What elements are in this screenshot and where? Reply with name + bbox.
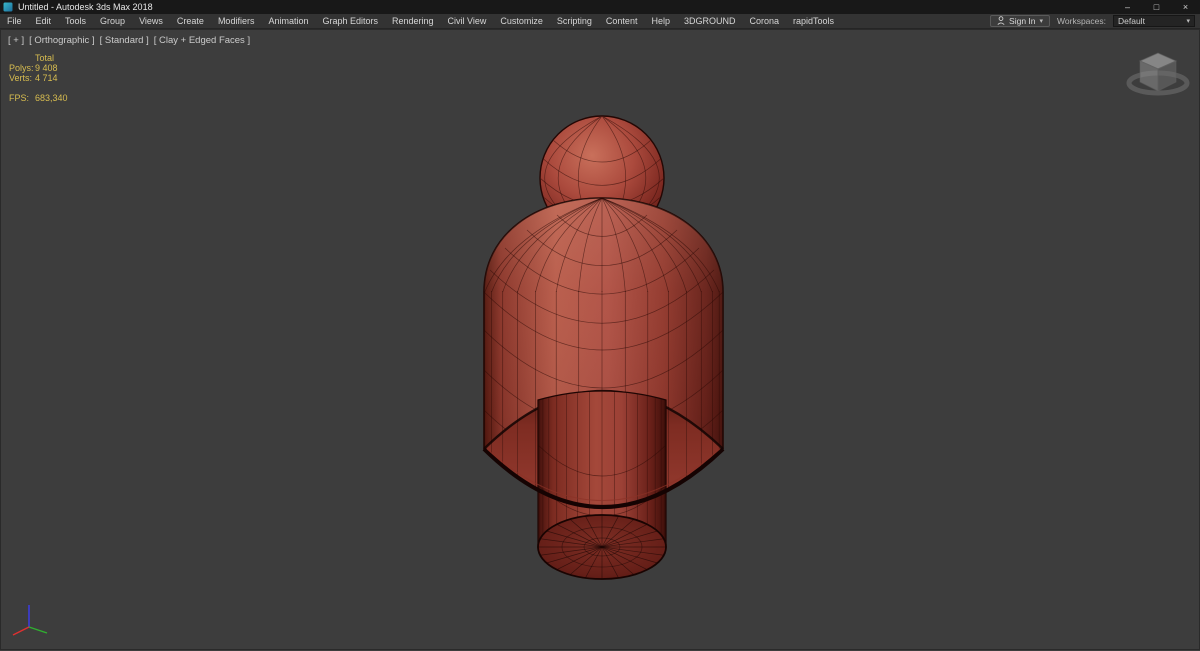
title-bar[interactable]: Untitled - Autodesk 3ds Max 2018 – □ × <box>0 0 1200 14</box>
stats-polys-label: Polys: <box>9 63 34 73</box>
viewport[interactable]: [ + ] [ Orthographic ] [ Standard ] [ Cl… <box>0 29 1200 650</box>
minimize-button[interactable]: – <box>1113 0 1142 14</box>
app-icon <box>3 2 13 12</box>
window-title: Untitled - Autodesk 3ds Max 2018 <box>18 2 153 12</box>
menu-bar: File Edit Tools Group Views Create Modif… <box>0 14 1200 29</box>
menu-group[interactable]: Group <box>93 14 132 28</box>
sign-in-label: Sign In <box>1009 16 1036 26</box>
menu-content[interactable]: Content <box>599 14 645 28</box>
sign-in-button[interactable]: Sign In ▾ <box>990 15 1051 27</box>
menu-animation[interactable]: Animation <box>261 14 315 28</box>
menu-customize[interactable]: Customize <box>493 14 550 28</box>
menu-rapidtools[interactable]: rapidTools <box>786 14 841 28</box>
close-button[interactable]: × <box>1171 0 1200 14</box>
menu-3dground[interactable]: 3DGROUND <box>677 14 743 28</box>
menu-tools[interactable]: Tools <box>58 14 93 28</box>
workspace-value: Default <box>1118 16 1145 26</box>
stats-verts-label: Verts: <box>9 73 33 83</box>
viewport-render-preset-menu[interactable]: [ Standard ] <box>100 35 149 46</box>
menu-modifiers[interactable]: Modifiers <box>211 14 262 28</box>
window-controls: – □ × <box>1113 0 1200 14</box>
menubar-right-section: Sign In ▾ Workspaces: Default ▾ <box>990 15 1200 27</box>
viewport-statistics: Total Polys:9 408 Verts: 4 714 FPS: 683,34… <box>9 53 68 103</box>
x-axis <box>12 626 30 636</box>
world-axis-tripod <box>9 599 65 644</box>
menu-rendering[interactable]: Rendering <box>385 14 441 28</box>
stats-fps-label: FPS: <box>9 93 30 103</box>
menu-civil-view[interactable]: Civil View <box>441 14 494 28</box>
menu-corona[interactable]: Corona <box>742 14 786 28</box>
stats-fps-value: 683,340 <box>35 93 68 103</box>
stats-total-label: Total <box>35 53 55 63</box>
menu-edit[interactable]: Edit <box>29 14 59 28</box>
viewport-shading-menu[interactable]: [ Clay + Edged Faces ] <box>154 35 250 46</box>
workspaces-label: Workspaces: <box>1057 16 1106 26</box>
user-icon <box>997 15 1005 27</box>
viewport-pov-menu[interactable]: [ Orthographic ] <box>29 35 94 46</box>
workspace-dropdown[interactable]: Default ▾ <box>1113 15 1195 27</box>
chevron-down-icon: ▾ <box>1186 18 1190 25</box>
chevron-down-icon: ▾ <box>1039 18 1044 25</box>
viewport-general-menu[interactable]: [ + ] <box>8 35 24 46</box>
y-axis <box>28 626 48 634</box>
model-3d-clay-render[interactable] <box>1 30 1200 651</box>
viewport-label: [ + ] [ Orthographic ] [ Standard ] [ Cl… <box>8 35 250 46</box>
menu-create[interactable]: Create <box>170 14 211 28</box>
menu-graph-editors[interactable]: Graph Editors <box>315 14 385 28</box>
viewcube[interactable] <box>1125 41 1191 108</box>
restore-button[interactable]: □ <box>1142 0 1171 14</box>
stats-verts-value: 4 714 <box>35 73 58 83</box>
menu-file[interactable]: File <box>0 14 29 28</box>
menu-help[interactable]: Help <box>644 14 677 28</box>
menu-views[interactable]: Views <box>132 14 170 28</box>
menu-scripting[interactable]: Scripting <box>550 14 599 28</box>
stats-polys-value: 9 408 <box>35 63 58 73</box>
